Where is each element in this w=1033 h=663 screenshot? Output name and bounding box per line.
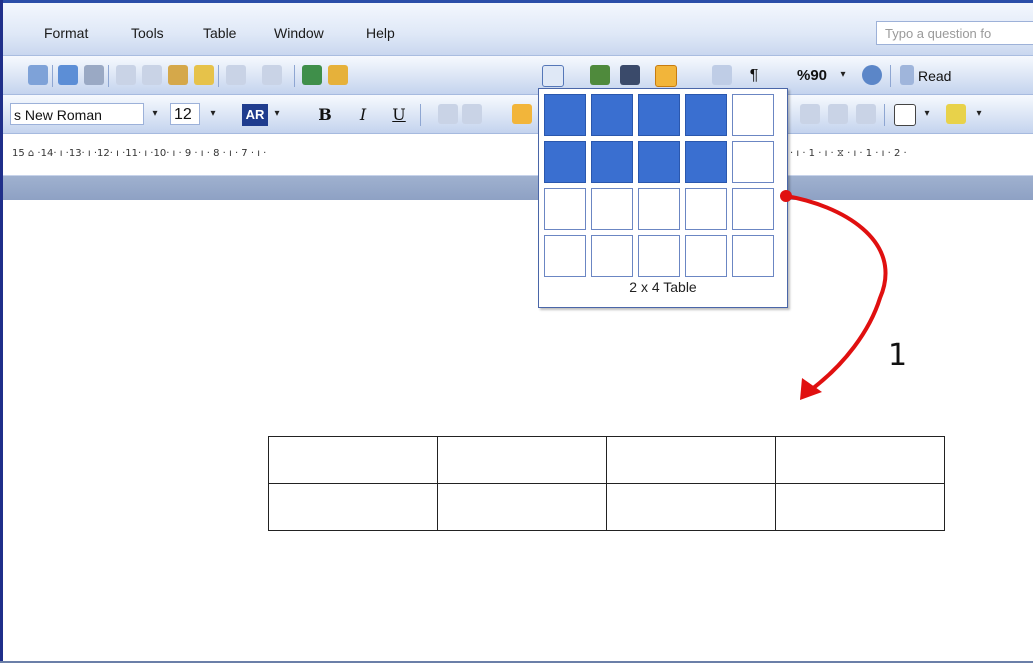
word-window: Format Tools Table Window Help Typo a qu…	[0, 0, 1033, 663]
window-frame-top	[0, 0, 1033, 3]
annotation-arrow	[780, 190, 888, 400]
window-frame-left	[0, 0, 3, 663]
